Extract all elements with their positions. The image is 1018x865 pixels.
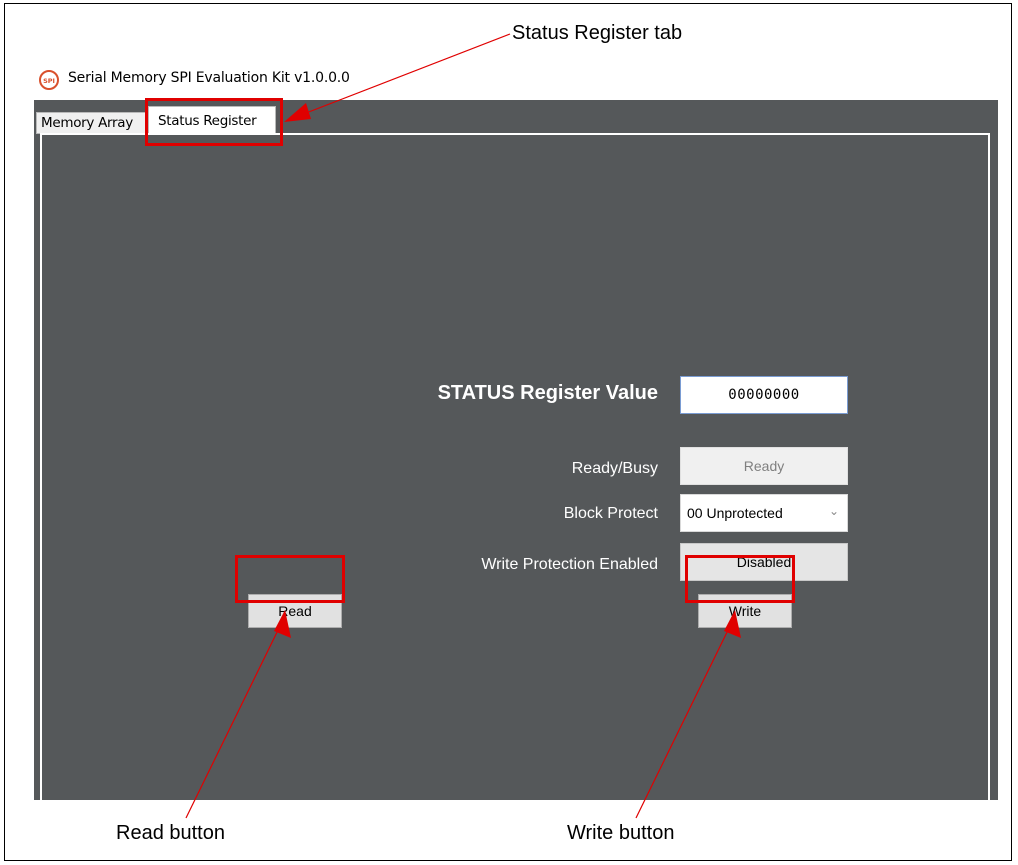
read-button-callout-arrow [185,621,283,819]
status-register-tab-callout: Status Register tab [512,22,683,44]
write-button-callout-arrow [635,621,733,819]
status-tab-callout-arrowhead [284,103,311,122]
status-tab-callout-arrow [287,33,511,121]
write-button-callout: Write button [567,822,675,844]
callout-arrows [185,33,741,819]
read-button-callout: Read button [116,822,225,844]
